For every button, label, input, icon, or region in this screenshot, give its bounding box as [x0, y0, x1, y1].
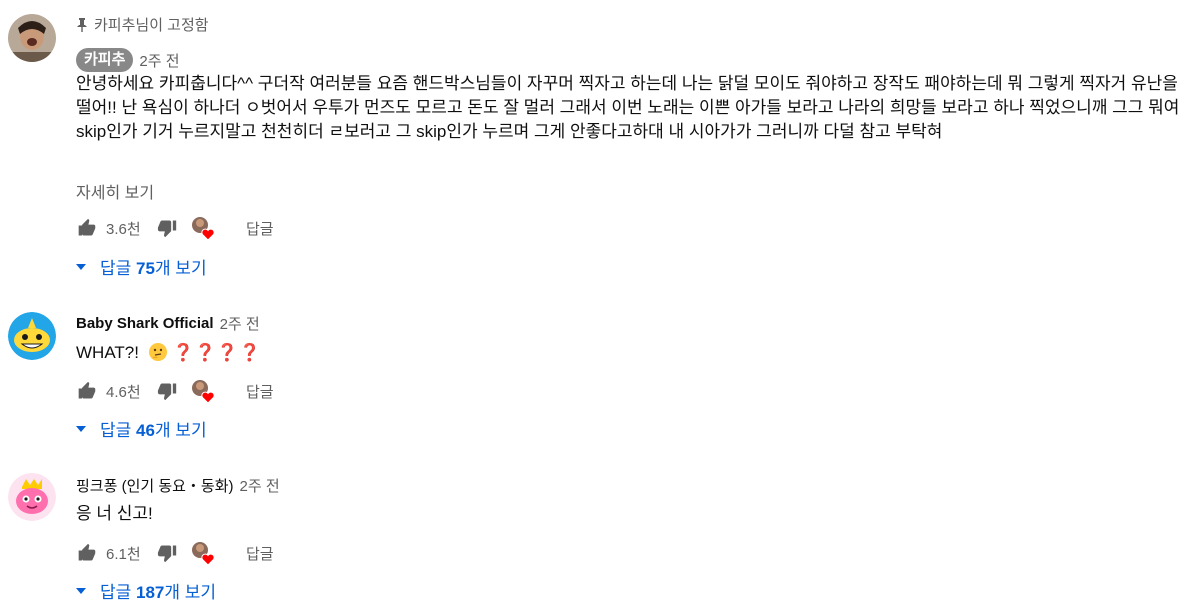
expand-triangle-icon — [76, 263, 86, 270]
reply-button[interactable]: 답글 — [246, 381, 274, 402]
author-line: 카피추 2주 전 — [76, 48, 180, 72]
like-count: 3.6천 — [106, 220, 141, 238]
comment-text: 응 너 신고! — [76, 504, 153, 523]
author-name[interactable]: 핑크퐁 (인기 동요・동화) — [76, 475, 234, 496]
like-count: 6.1천 — [106, 545, 141, 563]
read-more-link[interactable]: 자세히 보기 — [76, 179, 154, 203]
comment-timestamp[interactable]: 2주 전 — [240, 475, 280, 496]
thumbs-down-icon — [157, 545, 177, 563]
replies-label: 답글 75개 보기 — [100, 259, 207, 278]
creator-heart-badge — [190, 378, 216, 404]
replies-label: 답글 46개 보기 — [100, 421, 207, 440]
pinned-indicator: 카피추님이 고정함 — [76, 14, 209, 35]
avatar[interactable] — [8, 14, 56, 62]
pinned-label: 카피추님이 고정함 — [94, 17, 209, 34]
author-name[interactable]: Baby Shark Official — [76, 315, 214, 332]
comment-timestamp[interactable]: 2주 전 — [139, 50, 179, 71]
comment-timestamp[interactable]: 2주 전 — [220, 313, 260, 334]
creator-heart-icon — [192, 380, 215, 404]
thumbs-up-icon — [78, 381, 96, 399]
avatar[interactable] — [8, 312, 56, 360]
comment-text: 안녕하세요 카피춥니다^^ 구더작 여러분들 요즘 핸드박스님들이 자꾸머 찍자… — [76, 74, 1180, 141]
thumbs-down-icon — [157, 220, 177, 238]
creator-heart-badge — [190, 215, 216, 241]
expand-triangle-icon — [76, 425, 86, 432]
replies-label: 답글 187개 보기 — [100, 583, 217, 602]
reply-button[interactable]: 답글 — [246, 543, 274, 564]
like-button[interactable] — [76, 542, 98, 564]
comment-text: WHAT?! ❓❓❓❓ — [76, 341, 1186, 365]
view-replies-button[interactable]: 답글 187개 보기 — [76, 578, 216, 603]
creator-heart-badge — [190, 540, 216, 566]
pin-icon — [77, 17, 87, 32]
expand-triangle-icon — [76, 587, 86, 594]
view-replies-button[interactable]: 답글 75개 보기 — [76, 254, 207, 279]
dislike-button[interactable] — [156, 380, 178, 402]
comment-text-main: WHAT?! — [76, 343, 139, 362]
comment-actions: 3.6천 답글 — [76, 215, 274, 241]
thumbs-down-icon — [157, 383, 177, 401]
like-count: 4.6천 — [106, 383, 141, 401]
question-mark-emojis: ❓❓❓❓ — [172, 343, 262, 362]
creator-heart-icon — [192, 217, 215, 241]
author-line: 핑크퐁 (인기 동요・동화) 2주 전 — [76, 475, 280, 496]
like-button[interactable] — [76, 380, 98, 402]
reply-button[interactable]: 답글 — [246, 218, 274, 239]
creator-heart-icon — [192, 542, 215, 566]
dislike-button[interactable] — [156, 217, 178, 239]
dislike-button[interactable] — [156, 542, 178, 564]
comment-actions: 4.6천 답글 — [76, 378, 274, 404]
thumbs-up-icon — [78, 218, 96, 236]
comment-actions: 6.1천 답글 — [76, 540, 274, 566]
avatar[interactable] — [8, 473, 56, 521]
author-line: Baby Shark Official 2주 전 — [76, 313, 260, 334]
view-replies-button[interactable]: 답글 46개 보기 — [76, 416, 207, 441]
like-button[interactable] — [76, 217, 98, 239]
thumbs-up-icon — [78, 543, 96, 561]
thinking-face-emoji — [148, 343, 167, 361]
author-name-chip[interactable]: 카피추 — [76, 48, 134, 72]
